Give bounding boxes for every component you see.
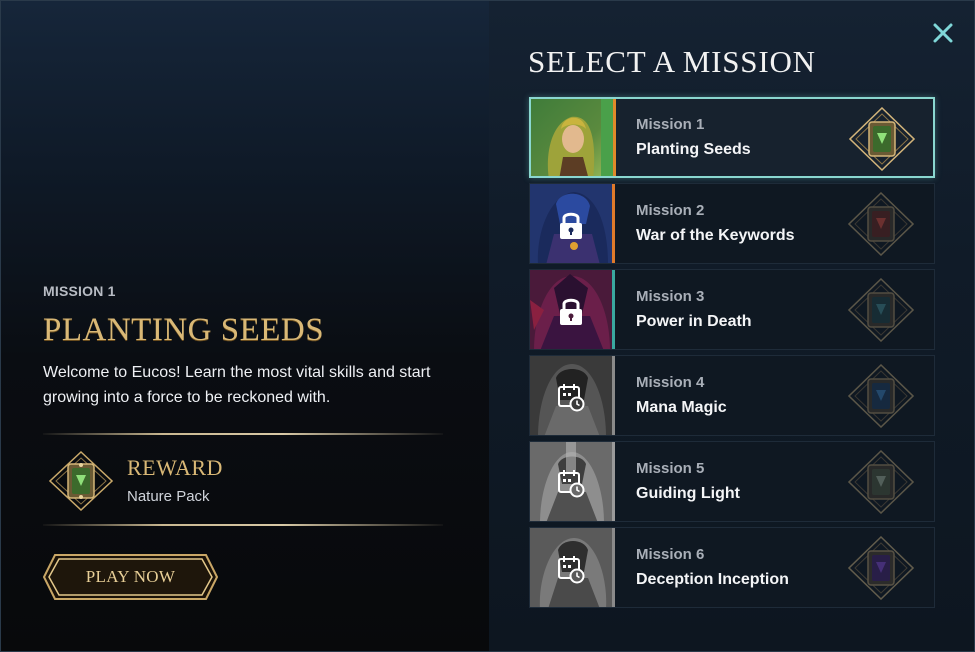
lock-icon [560, 298, 582, 325]
thumbnail-accent [613, 99, 616, 176]
calendar-clock-icon [558, 556, 585, 584]
mission-number: Mission 4 [636, 374, 705, 391]
mission-name: Planting Seeds [636, 141, 751, 158]
reward-label: REWARD [127, 455, 223, 480]
play-now-button[interactable]: PLAY NOW [43, 554, 218, 600]
mission-item-6[interactable]: Mission 6 Deception Inception [529, 527, 935, 608]
mission-number: Mission 2 [636, 202, 705, 219]
card-pack-icon [849, 107, 915, 171]
thumbnail-accent [612, 356, 615, 435]
mission-thumbnail [530, 356, 612, 435]
mission-thumbnail [530, 528, 612, 607]
mission-thumbnail [530, 442, 612, 521]
mission-thumbnail [530, 184, 612, 263]
play-now-label: PLAY NOW [85, 567, 176, 586]
mission-thumbnail [531, 99, 613, 176]
mission-kicker: MISSION 1 [43, 283, 116, 299]
card-pack-icon [848, 450, 914, 514]
select-mission-title: SELECT A MISSION [528, 44, 816, 79]
calendar-clock-icon [558, 470, 585, 498]
mission-number: Mission 3 [636, 288, 705, 305]
thumbnail-accent [612, 528, 615, 607]
mission-title: PLANTING SEEDS [43, 312, 325, 348]
mission-description: Welcome to Eucos! Learn the most vital s… [43, 364, 431, 406]
card-pack-icon [848, 278, 914, 342]
mission-name: Mana Magic [636, 399, 727, 416]
thumbnail-accent [612, 184, 615, 263]
mission-name: Power in Death [636, 313, 752, 330]
mission-name: Guiding Light [636, 485, 740, 502]
lock-icon [560, 212, 582, 239]
thumbnail-accent [612, 270, 615, 349]
mission-thumbnail [530, 270, 612, 349]
mission-number: Mission 6 [636, 546, 705, 563]
mission-item-2[interactable]: Mission 2 War of the Keywords [529, 183, 935, 264]
card-pack-icon [848, 364, 914, 428]
card-pack-icon [848, 536, 914, 600]
mission-name: Deception Inception [636, 571, 789, 588]
reward-value: Nature Pack [127, 488, 210, 505]
nature-pack-icon [49, 451, 113, 511]
mission-item-4[interactable]: Mission 4 Mana Magic [529, 355, 935, 436]
mission-number: Mission 5 [636, 460, 705, 477]
mission-item-1[interactable]: Mission 1 Planting Seeds [529, 97, 935, 178]
divider [43, 433, 443, 435]
card-pack-icon [848, 192, 914, 256]
thumbnail-accent [612, 442, 615, 521]
mission-item-5[interactable]: Mission 5 Guiding Light [529, 441, 935, 522]
close-icon[interactable] [930, 20, 956, 46]
mission-item-3[interactable]: Mission 3 Power in Death [529, 269, 935, 350]
mission-number: Mission 1 [636, 116, 705, 133]
calendar-clock-icon [558, 384, 585, 412]
divider [43, 524, 443, 526]
mission-name: War of the Keywords [636, 227, 795, 244]
